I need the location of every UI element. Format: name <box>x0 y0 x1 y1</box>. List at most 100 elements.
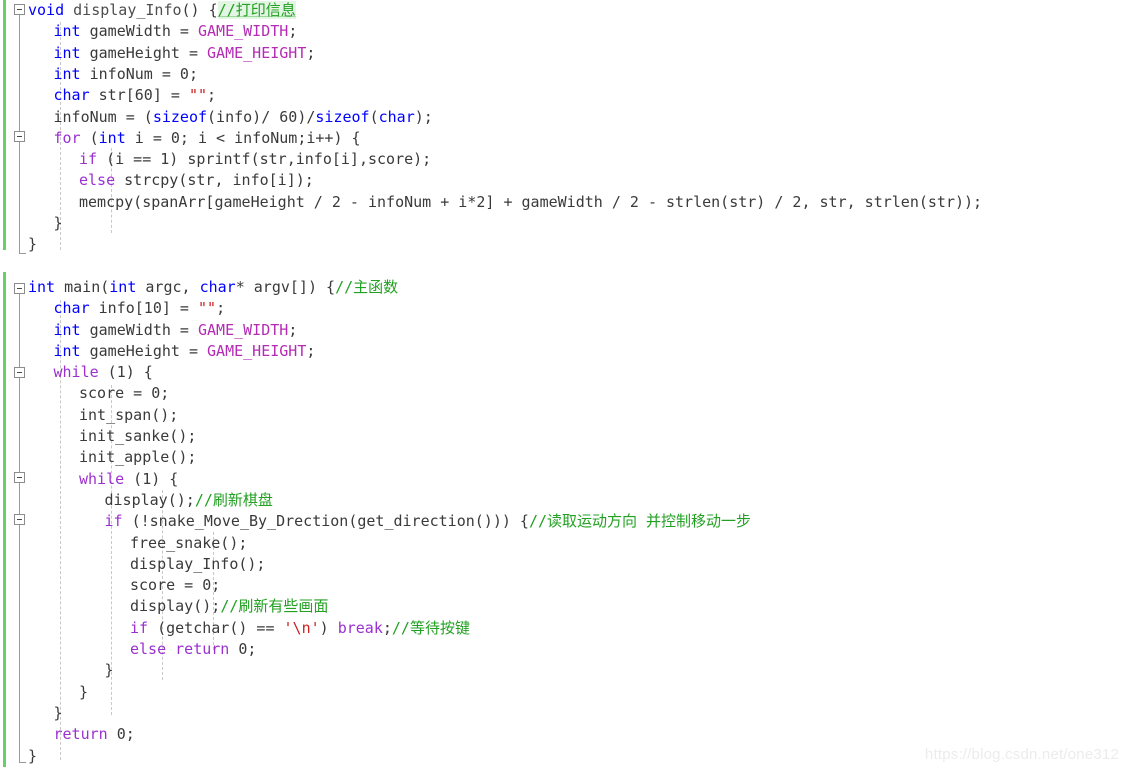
code-line[interactable]: score = 0; <box>130 575 220 596</box>
code-token-plain: } <box>28 746 38 765</box>
watermark: https://blog.csdn.net/one312 <box>924 746 1119 763</box>
code-token-plain: infoNum = ( <box>53 107 153 126</box>
code-line[interactable]: for (int i = 0; i < infoNum;i++) { <box>54 128 361 149</box>
code-token-plain: argc, <box>136 277 200 296</box>
code-line[interactable]: display();//刷新有些画面 <box>130 596 328 617</box>
code-line[interactable]: init_apple(); <box>79 447 196 468</box>
code-token-keyword: else <box>79 171 116 190</box>
code-line[interactable]: infoNum = (sizeof(info)/ 60)/sizeof(char… <box>54 107 433 128</box>
code-token-comment: //读取运动方向 并控制移动一步 <box>528 512 752 531</box>
code-token-plain: (!snake_Move_By_Drection(get_direction()… <box>122 512 529 531</box>
code-token-type: void <box>28 1 65 19</box>
code-token-plain: } <box>28 235 38 254</box>
code-token-plain: ; <box>382 618 392 637</box>
fold-for-loop[interactable] <box>14 131 25 142</box>
code-token-plain: init_apple(); <box>79 448 197 467</box>
code-token-plain: (1) { <box>98 363 153 382</box>
code-token-plain: display(); <box>104 490 195 509</box>
fold-main-function[interactable] <box>14 283 25 294</box>
code-token-plain: () { <box>181 1 218 19</box>
code-line[interactable]: init_sanke(); <box>79 426 196 447</box>
code-line[interactable]: if (!snake_Move_By_Drection(get_directio… <box>105 511 752 532</box>
code-token-keyword: if <box>104 512 123 531</box>
code-line[interactable]: int infoNum = 0; <box>54 64 199 85</box>
code-line[interactable]: int main(int argc, char* argv[]) {//主函数 <box>28 277 398 298</box>
code-token-plain: gameHeight = <box>80 341 208 360</box>
code-token-keyword: if <box>79 150 98 169</box>
code-line[interactable]: } <box>54 213 63 234</box>
code-line[interactable]: } <box>54 703 63 724</box>
code-line[interactable]: memcpy(spanArr[gameHeight / 2 - infoNum … <box>79 192 982 213</box>
change-bar-top <box>3 0 6 250</box>
fold-if-block[interactable] <box>14 514 25 525</box>
code-line[interactable]: int gameWidth = GAME_WIDTH; <box>54 320 298 341</box>
fold-outer-while[interactable] <box>14 367 25 378</box>
code-token-string: '\n' <box>283 618 320 637</box>
code-token-plain: free_snake(); <box>130 533 248 552</box>
code-token-keyword: return <box>53 725 108 744</box>
code-token-plain: main( <box>55 277 110 296</box>
code-editor[interactable]: void display_Info() {//打印信息 int gameWidth… <box>0 0 1127 767</box>
code-line[interactable]: score = 0; <box>79 383 169 404</box>
code-token-type: char <box>378 107 415 126</box>
code-token-plain: (getchar() == <box>148 618 284 637</box>
code-line[interactable]: if (getchar() == '\n') break;//等待按键 <box>130 618 470 639</box>
code-token-comment: //等待按键 <box>391 618 470 637</box>
code-token-macro: GAME_HEIGHT <box>207 341 307 360</box>
code-line[interactable]: else strcpy(str, info[i]); <box>79 170 314 191</box>
code-line[interactable]: int gameWidth = GAME_WIDTH; <box>54 21 298 42</box>
code-token-keyword: while <box>53 363 99 382</box>
code-line[interactable]: } <box>79 682 88 703</box>
code-token-macro: GAME_HEIGHT <box>207 43 307 62</box>
code-line[interactable]: int gameHeight = GAME_HEIGHT; <box>54 341 316 362</box>
code-token-type: char <box>53 86 90 105</box>
code-line[interactable]: } <box>28 234 37 255</box>
code-token-type: int <box>53 341 81 360</box>
code-token-comment: //刷新有些画面 <box>220 597 329 616</box>
code-line[interactable]: void display_Info() {//打印信息 <box>28 0 296 21</box>
code-line[interactable]: if (i == 1) sprintf(str,info[i],score); <box>79 149 431 170</box>
fold-inner-while[interactable] <box>14 472 25 483</box>
code-token-plain: infoNum = 0; <box>80 64 198 83</box>
code-line[interactable]: display();//刷新棋盘 <box>105 490 273 511</box>
code-token-type: int <box>109 277 137 296</box>
code-token-macro: GAME_WIDTH <box>198 320 289 339</box>
code-token-plain: } <box>79 682 89 701</box>
code-token-plain: gameWidth = <box>80 22 198 41</box>
code-line[interactable]: else return 0; <box>130 639 256 660</box>
code-line[interactable]: while (1) { <box>79 469 178 490</box>
code-token-string: "" <box>188 86 208 105</box>
code-line[interactable]: } <box>105 660 114 681</box>
code-line[interactable]: free_snake(); <box>130 533 247 554</box>
code-token-keyword: for <box>53 128 81 147</box>
code-line[interactable]: int gameHeight = GAME_HEIGHT; <box>54 43 316 64</box>
code-token-keyword: return <box>175 640 230 658</box>
code-token-plain: ; <box>207 86 217 105</box>
code-token-macro: GAME_WIDTH <box>198 22 289 41</box>
code-line[interactable]: int_span(); <box>79 405 178 426</box>
code-token-plain: init_sanke(); <box>79 427 197 445</box>
code-line[interactable]: char info[10] = ""; <box>54 298 226 319</box>
code-token-plain: info[10] = <box>89 299 198 318</box>
code-line[interactable]: display_Info(); <box>130 554 265 575</box>
fold-line-main-foot <box>19 762 26 763</box>
code-token-plain: ; <box>306 341 316 360</box>
code-token-type: int <box>53 320 81 339</box>
code-line[interactable]: while (1) { <box>54 362 153 383</box>
code-token-plain: ) <box>319 618 338 637</box>
code-token-plain: gameHeight = <box>80 43 208 62</box>
code-token-plain: 0; <box>229 640 257 658</box>
code-token-type: char <box>53 299 90 318</box>
change-bar-bottom <box>3 272 6 767</box>
code-token-plain: strcpy(str, info[i]); <box>115 171 314 190</box>
fold-line-display-info-foot <box>19 253 26 254</box>
code-token-plain: i = 0; i < infoNum;i++) { <box>125 128 361 147</box>
code-token-keyword: break <box>337 618 383 637</box>
code-line[interactable]: } <box>28 746 37 767</box>
code-line[interactable]: char str[60] = ""; <box>54 85 217 106</box>
code-line[interactable]: return 0; <box>54 724 135 745</box>
fold-display-info-function[interactable] <box>14 4 25 15</box>
code-token-plain: } <box>104 661 114 680</box>
